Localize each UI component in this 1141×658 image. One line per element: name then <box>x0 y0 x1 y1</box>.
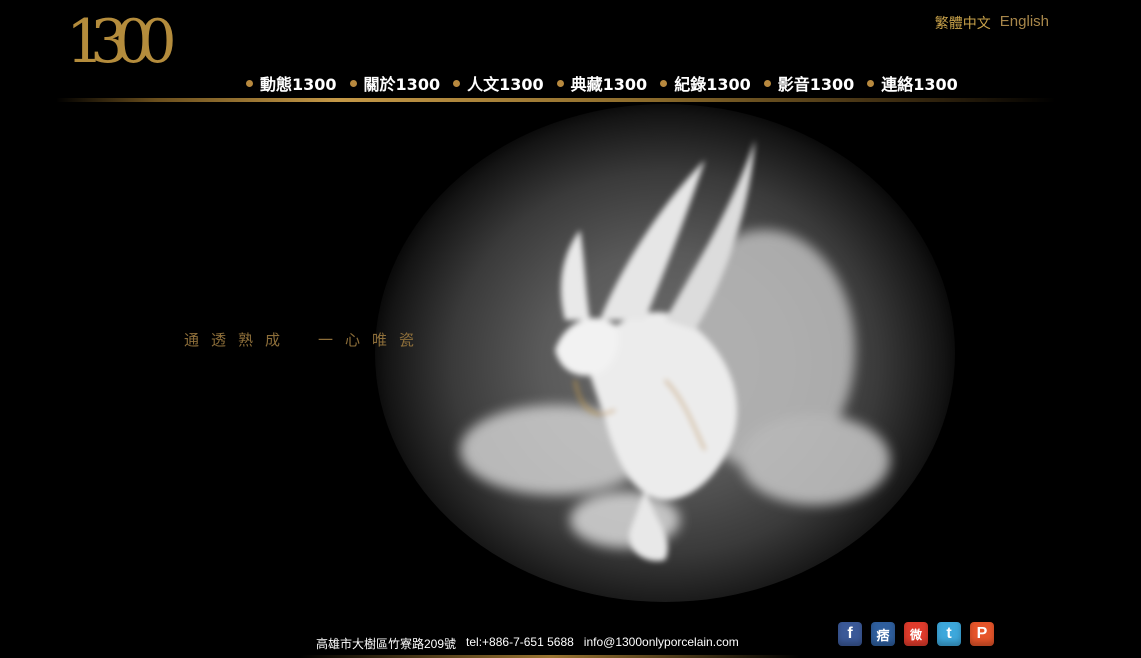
header-divider <box>56 98 1056 102</box>
logo-text: 1300 <box>66 7 177 77</box>
footer-email[interactable]: info@1300onlyporcelain.com <box>584 635 739 652</box>
nav-item-culture[interactable]: 人文1300 <box>453 71 544 95</box>
nav-item-label: 影音1300 <box>777 75 855 94</box>
twitter-icon[interactable]: t <box>937 622 961 646</box>
bullet-icon <box>763 79 771 87</box>
nav-item-label: 典藏1300 <box>570 75 648 94</box>
porcelain-sculpture-image <box>460 140 890 561</box>
nav-item-collection[interactable]: 典藏1300 <box>556 71 648 95</box>
bullet-icon <box>867 79 875 87</box>
bullet-icon <box>349 79 357 87</box>
nav-item-about[interactable]: 關於1300 <box>349 71 441 95</box>
nav-item-video[interactable]: 影音1300 <box>763 71 855 95</box>
tagline-left: 通透熟成 <box>184 331 293 349</box>
nav-item-label: 動態1300 <box>260 75 337 94</box>
logo[interactable]: 1300 <box>62 6 192 82</box>
footer-address: 高雄市大樹區竹寮路209號 <box>316 637 457 651</box>
language-switcher: 繁體中文 English <box>935 13 1049 33</box>
footer-tel: tel:+886-7-651 5688 <box>466 635 574 649</box>
main-nav: 動態1300 關於1300 人文1300 典藏1300 紀錄1300 影音130… <box>246 71 958 95</box>
nav-item-label: 紀錄1300 <box>674 75 751 94</box>
tagline-right: 一心唯瓷 <box>318 331 427 349</box>
bullet-icon <box>556 79 564 87</box>
page: 1300 繁體中文 English 動態1300 關於1300 人文1300 典… <box>0 0 1141 658</box>
social-links: f 痞 微 t P <box>838 622 994 646</box>
facebook-icon[interactable]: f <box>838 622 862 646</box>
bullet-icon <box>453 79 461 87</box>
bullet-icon <box>246 79 253 87</box>
plurk-icon[interactable]: P <box>970 622 994 646</box>
footer-contact: 高雄市大樹區竹寮路209號 tel:+886-7-651 5688 info@1… <box>316 635 739 652</box>
nav-item-label: 關於1300 <box>363 75 441 94</box>
nav-item-label: 連絡1300 <box>881 75 958 94</box>
nav-item-label: 人文1300 <box>467 75 544 94</box>
nav-item-news[interactable]: 動態1300 <box>246 71 337 95</box>
nav-item-contact[interactable]: 連絡1300 <box>867 71 958 95</box>
lang-english-link[interactable]: English <box>1000 13 1049 33</box>
weibo-icon[interactable]: 微 <box>904 622 928 646</box>
plurk-pen-icon[interactable]: 痞 <box>871 622 895 646</box>
lang-chinese-link[interactable]: 繁體中文 <box>935 13 991 33</box>
bullet-icon <box>660 79 668 87</box>
hero-tagline: 通透熟成 一心唯瓷 <box>184 329 426 350</box>
nav-item-records[interactable]: 紀錄1300 <box>660 71 751 95</box>
